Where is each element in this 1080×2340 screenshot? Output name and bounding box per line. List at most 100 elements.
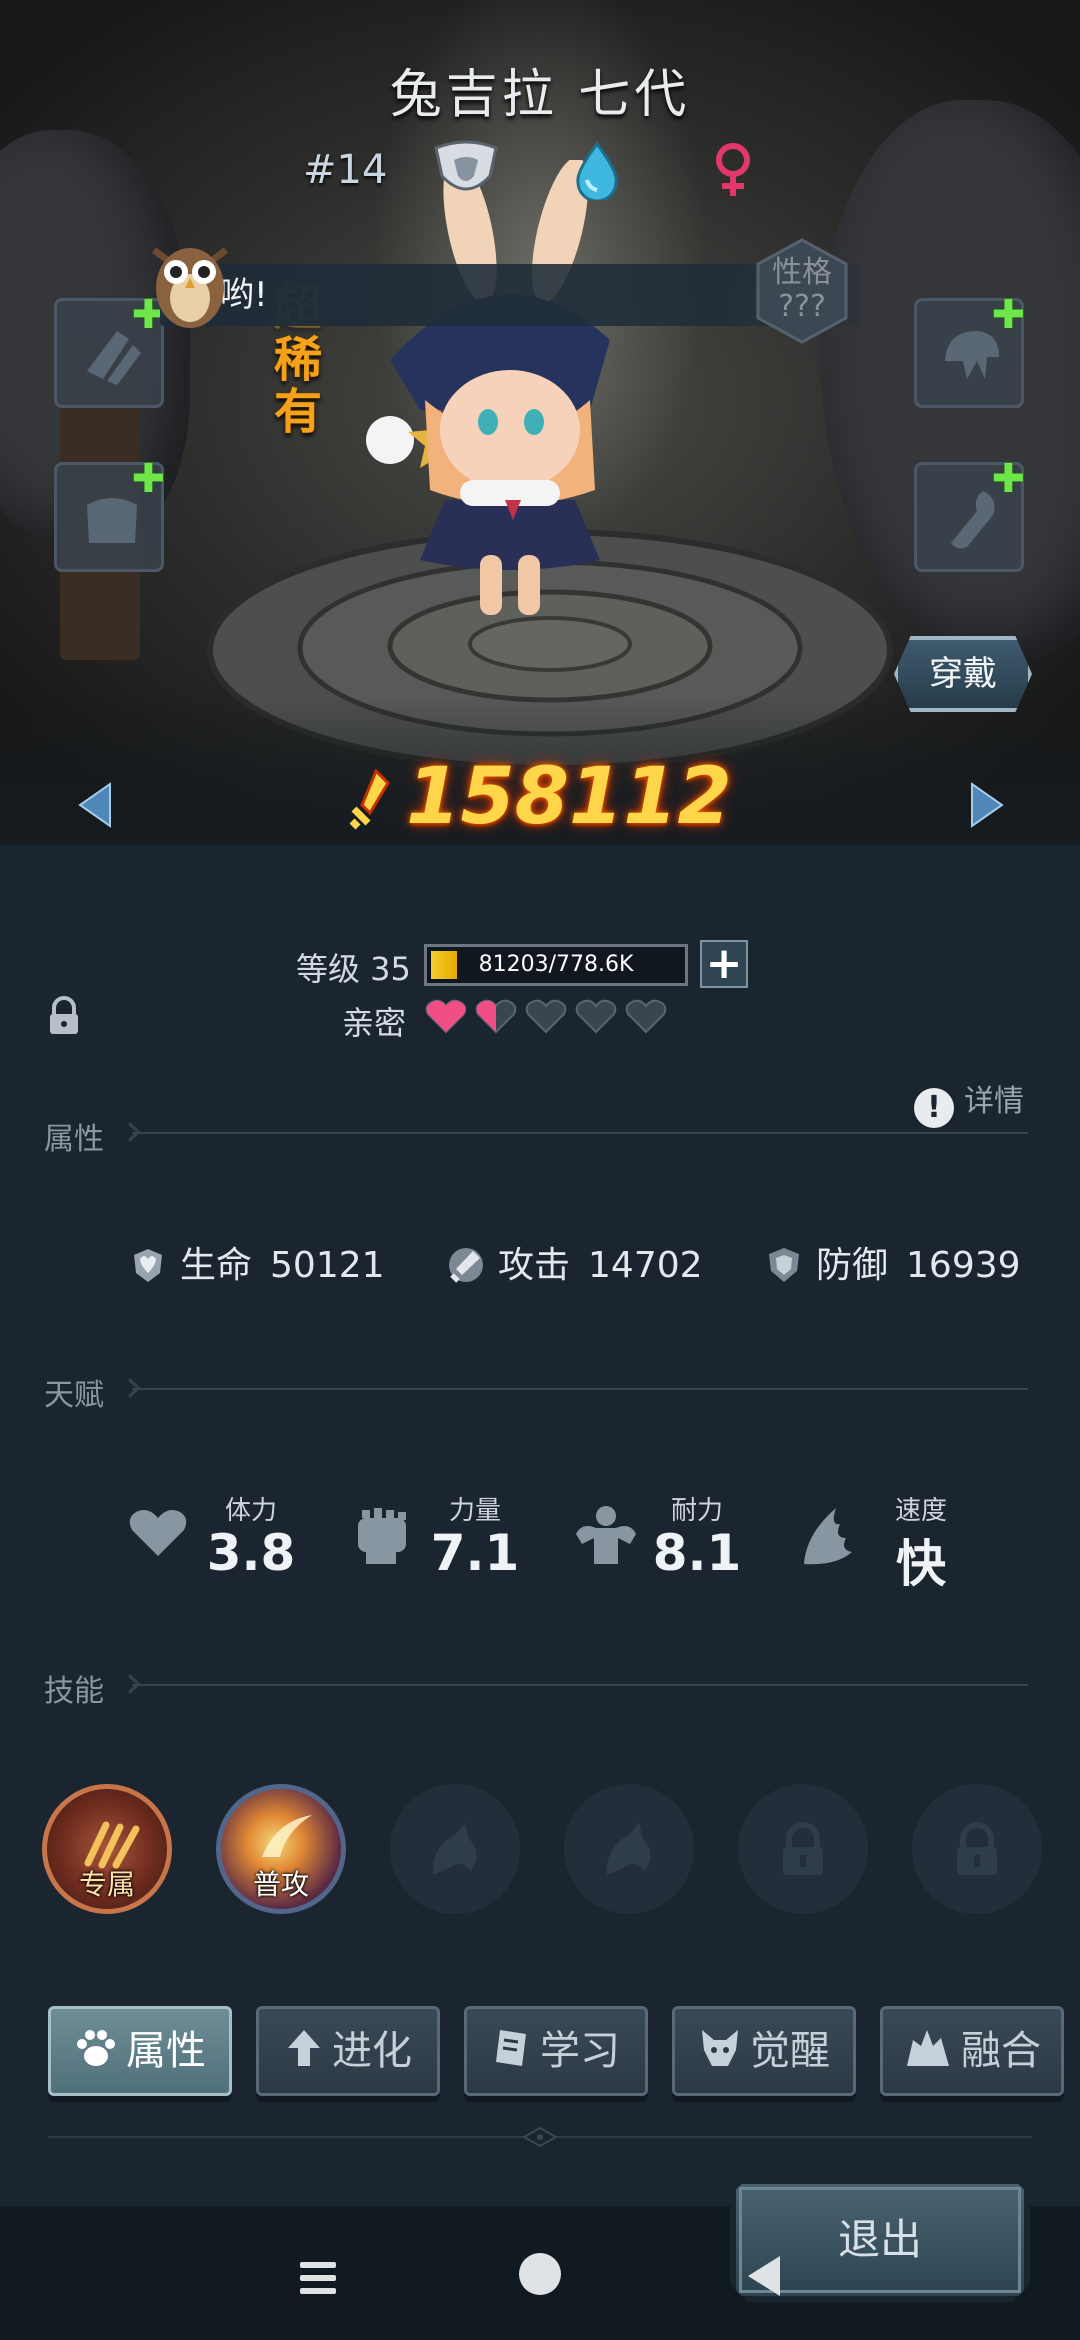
talent-value: 快 — [896, 1535, 946, 1593]
trait-label: 性格??? — [772, 255, 832, 324]
talent-label: 力量 — [448, 1496, 501, 1526]
add-xp-button[interactable]: + — [700, 940, 748, 988]
talent-value: 8.1 — [652, 1524, 742, 1582]
owl-avatar-icon — [140, 232, 240, 332]
talent-value: 3.8 — [206, 1524, 296, 1582]
talent-label: 体力 — [224, 1496, 277, 1526]
lock-icon — [783, 1822, 823, 1875]
combat-power-value: 158112 — [406, 752, 732, 842]
female-gender-icon — [710, 140, 756, 200]
section-divider — [132, 1388, 1028, 1390]
paw-icon — [77, 2030, 115, 2066]
muscle-icon — [576, 1506, 636, 1564]
slash-skill-icon — [262, 1815, 312, 1857]
recent-apps-icon[interactable] — [298, 2258, 338, 2298]
hero-character — [366, 160, 610, 615]
add-equip-icon: ✚ — [991, 456, 1025, 502]
tab-evolve[interactable]: 进化 — [256, 2006, 440, 2096]
stat-label: 生命 — [180, 1245, 253, 1286]
details-button[interactable]: ! 详情 — [914, 1076, 1024, 1128]
hero-name: 兔吉拉 七代 — [389, 65, 691, 125]
skill-slot-normal-attack[interactable]: 普攻 — [216, 1784, 346, 1914]
combat-power: 158112 — [0, 752, 1080, 842]
hero-scene: 兔吉拉 七代 #14 哟! 性格??? 超稀有 ✚ ✚ ✚ — [0, 0, 1080, 845]
wing-icon — [804, 1508, 852, 1565]
skill-slot-locked[interactable] — [912, 1784, 1042, 1914]
talent-endurance: 耐力 8.1 — [572, 1490, 772, 1590]
intimacy-label: 亲密 — [342, 1004, 407, 1042]
home-button[interactable] — [519, 2253, 561, 2295]
stat-value: 14702 — [588, 1245, 703, 1286]
xp-bar: 81203/778.6K — [424, 944, 688, 986]
skill-slot-locked[interactable] — [738, 1784, 868, 1914]
tab-attributes[interactable]: 属性 — [48, 2006, 232, 2096]
stat-label: 防御 — [816, 1245, 889, 1286]
empty-skill-icon — [432, 1823, 477, 1875]
personality-trait-badge[interactable]: 性格??? — [752, 236, 852, 346]
heart-shield-icon — [134, 1249, 162, 1282]
intimacy-heart-icon — [475, 999, 517, 1034]
section-divider — [132, 1132, 1028, 1134]
fist-icon — [358, 1508, 406, 1564]
intimacy-heart-icon — [625, 999, 667, 1034]
attributes-section-title: 属性 — [44, 1122, 104, 1157]
intimacy-hearts — [424, 998, 668, 1034]
tab-label: 觉醒 — [750, 2028, 830, 2074]
talent-label: 速度 — [894, 1496, 947, 1526]
skill-slot-empty[interactable] — [390, 1784, 520, 1914]
details-label: 详情 — [964, 1084, 1024, 1119]
info-icon: ! — [914, 1088, 954, 1128]
skill-slot-empty[interactable] — [564, 1784, 694, 1914]
water-element-icon[interactable] — [572, 140, 632, 203]
empty-skill-icon — [606, 1823, 651, 1875]
talent-speed: 速度 快 — [796, 1490, 996, 1593]
merge-icon — [907, 2030, 949, 2066]
stat-attack: 攻击 14702 — [446, 1236, 703, 1288]
evolve-arrow-icon — [288, 2030, 320, 2066]
stat-hp: 生命 50121 — [128, 1236, 385, 1288]
add-equip-icon: ✚ — [991, 292, 1025, 338]
lock-icon — [957, 1822, 997, 1875]
heart-icon — [129, 1510, 187, 1556]
wear-button[interactable]: 穿戴 — [894, 636, 1032, 712]
add-equip-icon: ✚ — [131, 456, 165, 502]
sword-icon — [449, 1248, 483, 1283]
talent-stamina: 体力 3.8 — [126, 1490, 326, 1590]
tab-label: 进化 — [332, 2028, 412, 2074]
hero-index: #14 — [303, 147, 388, 193]
divider-ornament-icon — [521, 2126, 559, 2148]
tab-label: 属性 — [126, 2028, 206, 2074]
tab-awaken[interactable]: 觉醒 — [672, 2006, 856, 2096]
equip-slot-armor[interactable]: ✚ — [54, 456, 165, 572]
power-sword-icon — [349, 768, 391, 830]
lock-icon[interactable] — [46, 996, 82, 1040]
stat-defense: 防御 16939 — [764, 1236, 1021, 1288]
talent-section-title: 天赋 — [44, 1378, 104, 1413]
stat-label: 攻击 — [498, 1245, 571, 1286]
level-label: 等级 35 — [296, 950, 411, 988]
skill-caption: 普攻 — [252, 1868, 309, 1901]
beast-head-icon — [702, 2030, 738, 2066]
claw-skill-icon — [84, 1821, 140, 1869]
tab-learn[interactable]: 学习 — [464, 2006, 648, 2096]
stat-value: 50121 — [270, 1245, 385, 1286]
back-icon[interactable] — [746, 2254, 782, 2298]
talent-label: 耐力 — [670, 1496, 723, 1526]
skill-slot-exclusive[interactable]: 专属 — [42, 1784, 172, 1914]
class-emblem-icon[interactable] — [428, 140, 504, 200]
talent-strength: 力量 7.1 — [350, 1490, 550, 1590]
tab-label: 学习 — [540, 2028, 620, 2074]
skill-caption: 专属 — [78, 1868, 135, 1901]
intimacy-heart-icon — [525, 999, 567, 1034]
tab-label: 融合 — [961, 2028, 1041, 2074]
tab-merge[interactable]: 融合 — [880, 2006, 1064, 2096]
talent-value: 7.1 — [430, 1524, 520, 1582]
section-divider — [132, 1684, 1028, 1686]
shield-icon — [769, 1248, 799, 1282]
xp-text: 81203/778.6K — [478, 952, 634, 977]
equip-slot-accessory[interactable]: ✚ — [914, 456, 1025, 572]
stat-value: 16939 — [906, 1245, 1021, 1286]
equip-slot-helmet[interactable]: ✚ — [914, 292, 1025, 408]
intimacy-heart-icon — [425, 999, 467, 1034]
book-icon — [496, 2030, 526, 2066]
